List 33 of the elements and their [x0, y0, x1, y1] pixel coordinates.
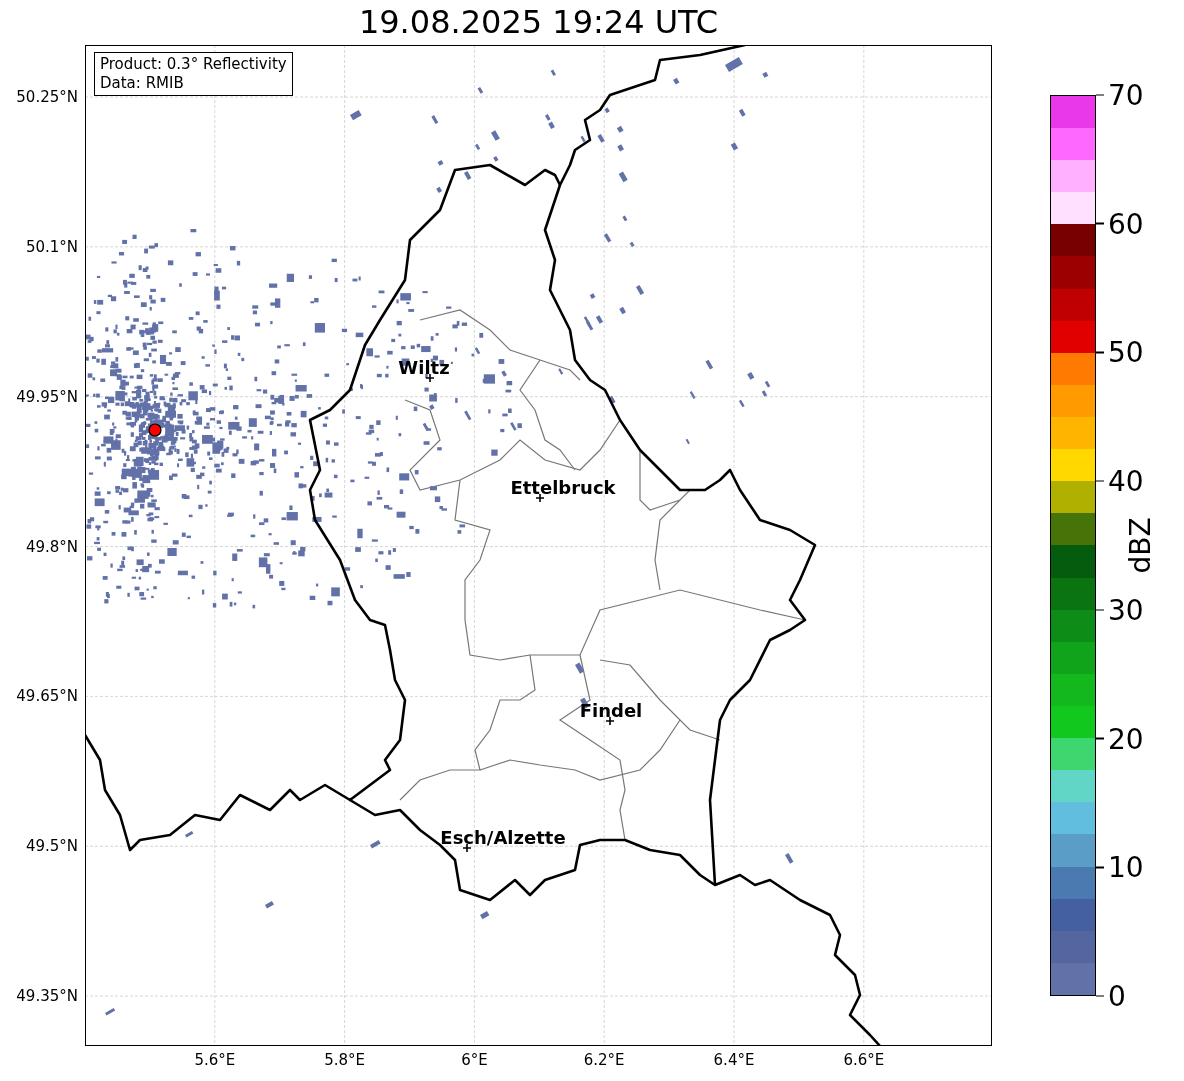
longitude-label: 6.6°E: [843, 1051, 885, 1069]
city-label: Esch/Alzette: [440, 827, 566, 848]
latitude-label: 50.1°N: [25, 237, 78, 256]
scale-tick-label: 50: [1108, 335, 1144, 369]
scale-tick-label: 30: [1108, 593, 1144, 627]
latitude-label: 49.35°N: [16, 987, 78, 1006]
city-label: Wiltz: [398, 357, 450, 378]
city-label: Ettelbruck: [510, 477, 616, 498]
city-marker: [535, 493, 545, 503]
chart-title: 19.08.2025 19:24 UTC: [357, 2, 720, 43]
latitude-label: 49.8°N: [25, 537, 78, 556]
scale-tick-label: 0: [1108, 979, 1126, 1013]
city-label: Findel: [579, 700, 643, 721]
city-marker: [605, 716, 615, 726]
longitude-label: 5.8°E: [324, 1051, 365, 1069]
scale-tick-label: 20: [1108, 722, 1144, 756]
scale-tick-label: 10: [1108, 850, 1144, 884]
info-line: Product: 0.3° Reflectivity: [100, 55, 287, 74]
latitude-label: 49.65°N: [16, 687, 78, 706]
scale-tick-label: 60: [1108, 207, 1144, 241]
longitude-label: 6°E: [461, 1051, 488, 1069]
latitude-label: 49.95°N: [16, 387, 78, 406]
scale-title: dBZ: [1123, 517, 1157, 574]
scale-tick-label: 40: [1108, 464, 1144, 498]
longitude-label: 6.2°E: [583, 1051, 625, 1069]
scale-tick-label: 70: [1108, 78, 1144, 112]
longitude-label: 6.4°E: [713, 1051, 755, 1069]
info-line: Data: RMIB: [100, 74, 185, 93]
latitude-label: 50.25°N: [16, 88, 78, 106]
city-marker: [425, 373, 435, 383]
latitude-label: 49.5°N: [25, 837, 78, 856]
longitude-label: 5.6°E: [194, 1051, 236, 1069]
radar-site-marker: [148, 423, 162, 437]
